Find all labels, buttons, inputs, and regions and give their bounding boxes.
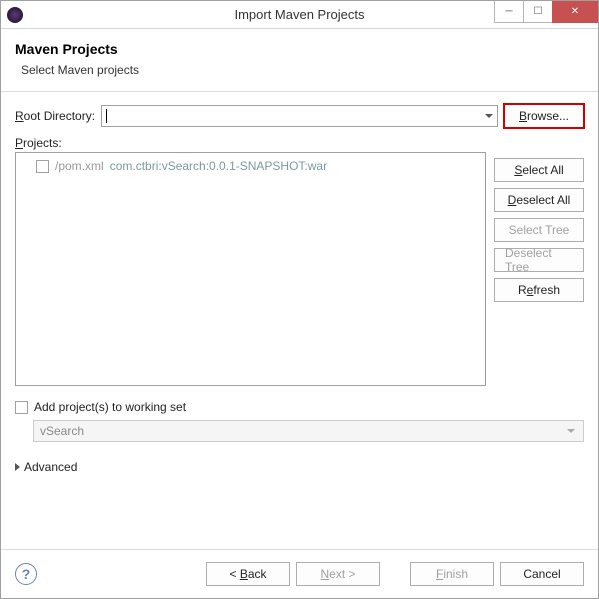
side-buttons: Select All Deselect All Select Tree Dese…	[494, 136, 584, 386]
select-tree-button: Select Tree	[494, 218, 584, 242]
projects-area: Projects: /pom.xml com.ctbri:vSearch:0.0…	[15, 136, 584, 386]
flex-spacer	[15, 474, 584, 543]
list-item[interactable]: /pom.xml com.ctbri:vSearch:0.0.1-SNAPSHO…	[20, 157, 481, 175]
project-path: /pom.xml	[55, 159, 104, 173]
working-set-row: Add project(s) to working set	[15, 400, 584, 414]
header-panel: Maven Projects Select Maven projects	[1, 29, 598, 92]
projects-column: Projects: /pom.xml com.ctbri:vSearch:0.0…	[15, 136, 486, 386]
refresh-button[interactable]: Refresh	[494, 278, 584, 302]
advanced-toggle[interactable]: Advanced	[15, 460, 584, 474]
dialog-body: Root Directory: Browse... Projects: /pom…	[1, 92, 598, 549]
working-set-checkbox[interactable]	[15, 401, 28, 414]
root-directory-input[interactable]	[101, 105, 498, 127]
text-cursor	[106, 109, 107, 123]
page-title: Maven Projects	[15, 41, 584, 57]
projects-list[interactable]: /pom.xml com.ctbri:vSearch:0.0.1-SNAPSHO…	[15, 152, 486, 386]
app-icon	[7, 7, 23, 23]
dialog-window: Import Maven Projects ─ ☐ ✕ Maven Projec…	[0, 0, 599, 599]
help-icon[interactable]: ?	[15, 563, 37, 585]
projects-label: Projects:	[15, 136, 486, 150]
chevron-down-icon	[567, 429, 575, 433]
working-set-value: vSearch	[40, 424, 84, 438]
root-directory-row: Root Directory: Browse...	[15, 104, 584, 128]
browse-button[interactable]: Browse...	[504, 104, 584, 128]
working-set-select[interactable]: vSearch	[33, 420, 584, 442]
deselect-all-button[interactable]: Deselect All	[494, 188, 584, 212]
titlebar: Import Maven Projects ─ ☐ ✕	[1, 1, 598, 29]
finish-button: Finish	[410, 562, 494, 586]
working-set-label: Add project(s) to working set	[34, 400, 186, 414]
triangle-right-icon	[15, 463, 20, 471]
close-button[interactable]: ✕	[552, 1, 598, 23]
deselect-tree-button: Deselect Tree	[494, 248, 584, 272]
footer: ? < Back Next > Finish Cancel	[1, 550, 598, 598]
chevron-down-icon[interactable]	[485, 114, 493, 118]
cancel-button[interactable]: Cancel	[500, 562, 584, 586]
minimize-button[interactable]: ─	[494, 1, 524, 23]
page-subtitle: Select Maven projects	[21, 63, 584, 77]
next-button: Next >	[296, 562, 380, 586]
root-directory-label: Root Directory:	[15, 109, 95, 123]
window-controls: ─ ☐ ✕	[495, 1, 598, 23]
project-coordinates: com.ctbri:vSearch:0.0.1-SNAPSHOT:war	[110, 159, 327, 173]
select-all-button[interactable]: Select All	[494, 158, 584, 182]
project-checkbox[interactable]	[36, 160, 49, 173]
advanced-label: Advanced	[24, 460, 77, 474]
spacer	[494, 136, 584, 152]
back-button[interactable]: < Back	[206, 562, 290, 586]
maximize-button[interactable]: ☐	[523, 1, 553, 23]
